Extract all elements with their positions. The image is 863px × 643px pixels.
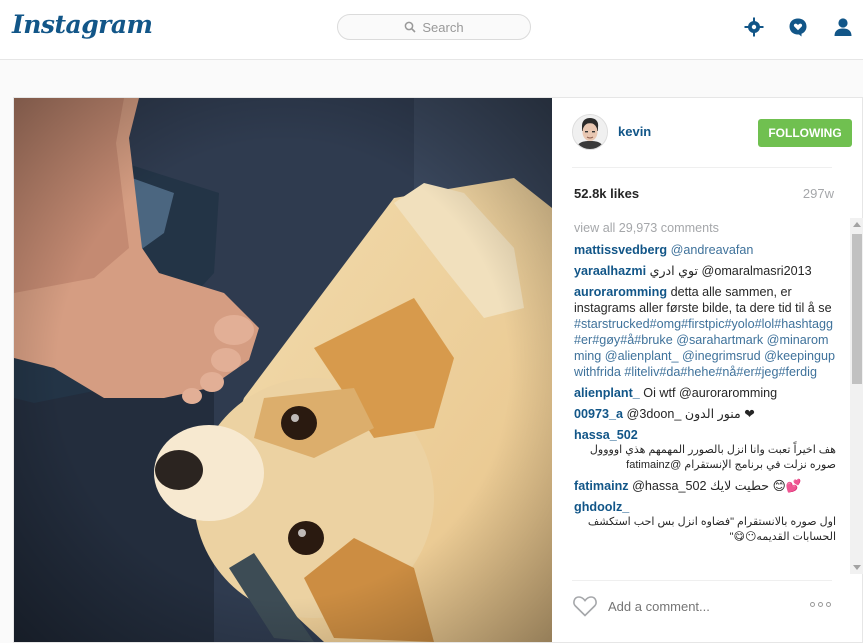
comment: ghdoolz_ اول صوره بالانستقرام "فضاوه انز… [574, 499, 836, 545]
comment: hassa_502 هف اخيراً تعبت وانا انزل بالصو… [574, 427, 836, 473]
comment-username[interactable]: 00973_a [574, 407, 623, 421]
comment-username[interactable]: ghdoolz_ [574, 500, 629, 514]
comment-text: توي ادري @omaralmasri2013 [649, 264, 812, 278]
comment: 00973_a @3doon_ منور الدون ❤ [574, 406, 836, 422]
comment-username[interactable]: auroraromming [574, 285, 667, 299]
activity-icon[interactable] [788, 17, 808, 37]
instagram-logo[interactable]: Instagram [12, 10, 153, 39]
comment: mattissvedberg @andreavafan [574, 242, 836, 258]
comment: yaraalhazmi توي ادري @omaralmasri2013 [574, 263, 836, 279]
comment-text: اول صوره بالانستقرام "فضاوه انزل بس احب … [587, 516, 836, 543]
divider [572, 167, 832, 168]
divider [572, 580, 832, 581]
search-box[interactable]: Search [337, 14, 531, 40]
post-age[interactable]: 297w [803, 186, 834, 201]
comments-scrollbar[interactable] [850, 218, 863, 574]
comment: auroraromming detta alle sammen, er inst… [574, 284, 836, 380]
post-header: kevin FOLLOWING [572, 112, 852, 152]
avatar[interactable] [572, 114, 608, 150]
dot-icon [810, 602, 815, 607]
dot-icon [826, 602, 831, 607]
comment-username[interactable]: alienplant_ [574, 386, 640, 400]
likes-count[interactable]: 52.8k likes [574, 186, 639, 201]
view-all-comments-link[interactable]: view all 29,973 comments [574, 220, 836, 236]
explore-icon[interactable] [744, 17, 764, 37]
comment-text: @3doon_ منور الدون ❤ [626, 407, 755, 421]
comment-text: @andreavafan [670, 243, 754, 257]
comment-text: Oi wtf @auroraromming [643, 386, 778, 400]
comments-list: view all 29,973 comments mattissvedberg … [574, 220, 836, 572]
following-button[interactable]: FOLLOWING [758, 119, 852, 147]
comment-hashtags[interactable]: #starstrucked#omg#firstpic#yolo#lol#hash… [574, 316, 836, 380]
search-placeholder: Search [422, 19, 464, 35]
like-heart-icon[interactable] [572, 595, 598, 617]
avatar-image [573, 115, 607, 149]
comment-username[interactable]: fatimainz [574, 479, 629, 493]
add-comment-input[interactable] [608, 597, 778, 615]
comment-username[interactable]: mattissvedberg [574, 243, 667, 257]
search-icon [405, 21, 416, 33]
scrollbar-thumb[interactable] [852, 234, 862, 384]
comment: fatimainz @hassa_502 حطيت لايك 😊💕 [574, 478, 836, 494]
scroll-down-arrow-icon[interactable] [853, 565, 861, 570]
dot-icon [818, 602, 823, 607]
comment: alienplant_ Oi wtf @auroraromming [574, 385, 836, 401]
scroll-up-arrow-icon[interactable] [853, 222, 861, 227]
profile-icon[interactable] [833, 17, 853, 37]
more-options-icon[interactable] [810, 602, 831, 607]
post-username[interactable]: kevin [618, 124, 651, 139]
comment-username[interactable]: yaraalhazmi [574, 264, 646, 278]
post-photo[interactable] [14, 98, 552, 642]
comment-username[interactable]: hassa_502 [574, 428, 638, 442]
top-nav-bar: Instagram Search [0, 0, 863, 60]
dog-photo-illustration [14, 98, 552, 642]
post-sidebar: kevin FOLLOWING 52.8k likes 297w view al… [552, 98, 863, 642]
comment-text: @hassa_502 حطيت لايك 😊💕 [632, 479, 802, 493]
comment-text: هف اخيراً تعبت وانا انزل بالصورر المهمهم… [589, 444, 836, 471]
post-card: kevin FOLLOWING 52.8k likes 297w view al… [13, 97, 863, 643]
